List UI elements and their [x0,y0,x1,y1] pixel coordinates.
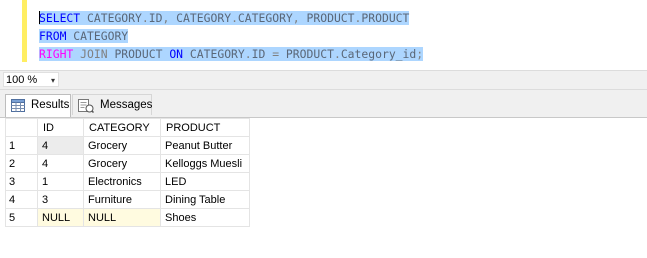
sql-token: ; [416,47,424,61]
chevron-down-icon[interactable]: ▾ [51,73,55,88]
table-row[interactable]: 3 1 Electronics LED [5,172,250,191]
category-cell[interactable]: NULL [83,208,161,227]
sql-token: , [292,11,300,25]
row-number-cell[interactable]: 3 [5,172,38,191]
results-pane: ID CATEGORY PRODUCT 1 4 Grocery Peanut Butt… [0,117,647,258]
row-number-header[interactable] [5,118,38,137]
product-cell[interactable]: Shoes [160,208,250,227]
selected-text: FROM CATEGORY [39,29,129,43]
sql-token: PRODUCT [107,47,170,61]
id-cell[interactable]: 3 [37,190,84,209]
sql-token: PRODUCT [361,11,410,25]
grid-icon [11,99,25,120]
sql-token: Category_id [340,47,417,61]
row-number-cell[interactable]: 4 [5,190,38,209]
tab-results-label: Results [31,99,70,111]
row-number-cell[interactable]: 5 [5,208,38,227]
table-row[interactable]: 2 4 Grocery Kelloggs Muesli [5,154,250,173]
zoom-value: 100 % [6,74,38,86]
sql-token: ID [251,47,273,61]
zoom-dropdown[interactable]: 100 % ▾ [3,72,59,87]
row-number-cell[interactable]: 1 [5,136,38,155]
change-tracking-bar [22,0,27,62]
row-number-cell[interactable]: 2 [5,154,38,173]
sql-token: CATEGORY [80,11,142,25]
tab-messages[interactable]: Messages [72,94,152,115]
sql-token: CATEGORY [183,47,245,61]
id-cell[interactable]: 1 [37,172,84,191]
code-line[interactable]: FROM CATEGORY [39,27,423,45]
grid-header-row: ID CATEGORY PRODUCT [5,118,250,137]
selected-text: RIGHT JOIN PRODUCT ON CATEGORY.ID = PROD… [39,47,424,61]
sql-token: CATEGORY [237,11,293,25]
product-cell[interactable]: Kelloggs Muesli [160,154,250,173]
column-header-category[interactable]: CATEGORY [83,118,161,137]
sql-token: . [231,11,238,25]
sql-token: . [333,47,341,61]
id-cell[interactable]: 4 [37,136,84,155]
sql-token: . [141,11,149,25]
sql-token: CATEGORY [169,11,232,25]
id-cell[interactable]: 4 [37,154,84,173]
sql-token: JOIN [80,47,108,61]
results-tabstrip: Results Messages [0,90,647,117]
category-cell[interactable]: Furniture [83,190,161,209]
results-grid[interactable]: ID CATEGORY PRODUCT 1 4 Grocery Peanut Butt… [5,118,250,227]
sql-token: FROM [39,29,67,43]
sql-token: CATEGORY [66,29,129,43]
tab-results[interactable]: Results [5,94,71,117]
sql-token: PRODUCT [299,11,355,25]
sql-token: . [244,47,252,61]
product-cell[interactable]: Peanut Butter [160,136,250,155]
sql-token: ID [148,11,163,25]
product-cell[interactable]: LED [160,172,250,191]
tab-messages-label: Messages [100,99,153,111]
code-line[interactable]: SELECT CATEGORY.ID, CATEGORY.CATEGORY, P… [39,9,423,27]
category-cell[interactable]: Grocery [83,136,161,155]
table-row[interactable]: 5 NULL NULL Shoes [5,208,250,227]
category-cell[interactable]: Grocery [83,154,161,173]
selected-text: SELECT CATEGORY.ID, CATEGORY.CATEGORY, P… [39,11,410,25]
column-header-product[interactable]: PRODUCT [160,118,250,137]
id-cell[interactable]: NULL [37,208,84,227]
query-editor[interactable]: SELECT CATEGORY.ID, CATEGORY.CATEGORY, P… [0,0,647,70]
product-cell[interactable]: Dining Table [160,190,250,209]
table-row[interactable]: 1 4 Grocery Peanut Butter [5,136,250,155]
zoom-bar: 100 % ▾ [0,70,647,90]
sql-token: ON [169,47,184,61]
sql-token: RIGHT [39,47,74,61]
sql-token: PRODUCT [279,47,334,61]
code-line[interactable]: RIGHT JOIN PRODUCT ON CATEGORY.ID = PROD… [39,45,424,63]
column-header-id[interactable]: ID [37,118,84,137]
category-cell[interactable]: Electronics [83,172,161,191]
table-row[interactable]: 4 3 Furniture Dining Table [5,190,250,209]
sql-token: SELECT [39,11,81,25]
sql-code[interactable]: SELECT CATEGORY.ID, CATEGORY.CATEGORY, P… [39,9,424,63]
